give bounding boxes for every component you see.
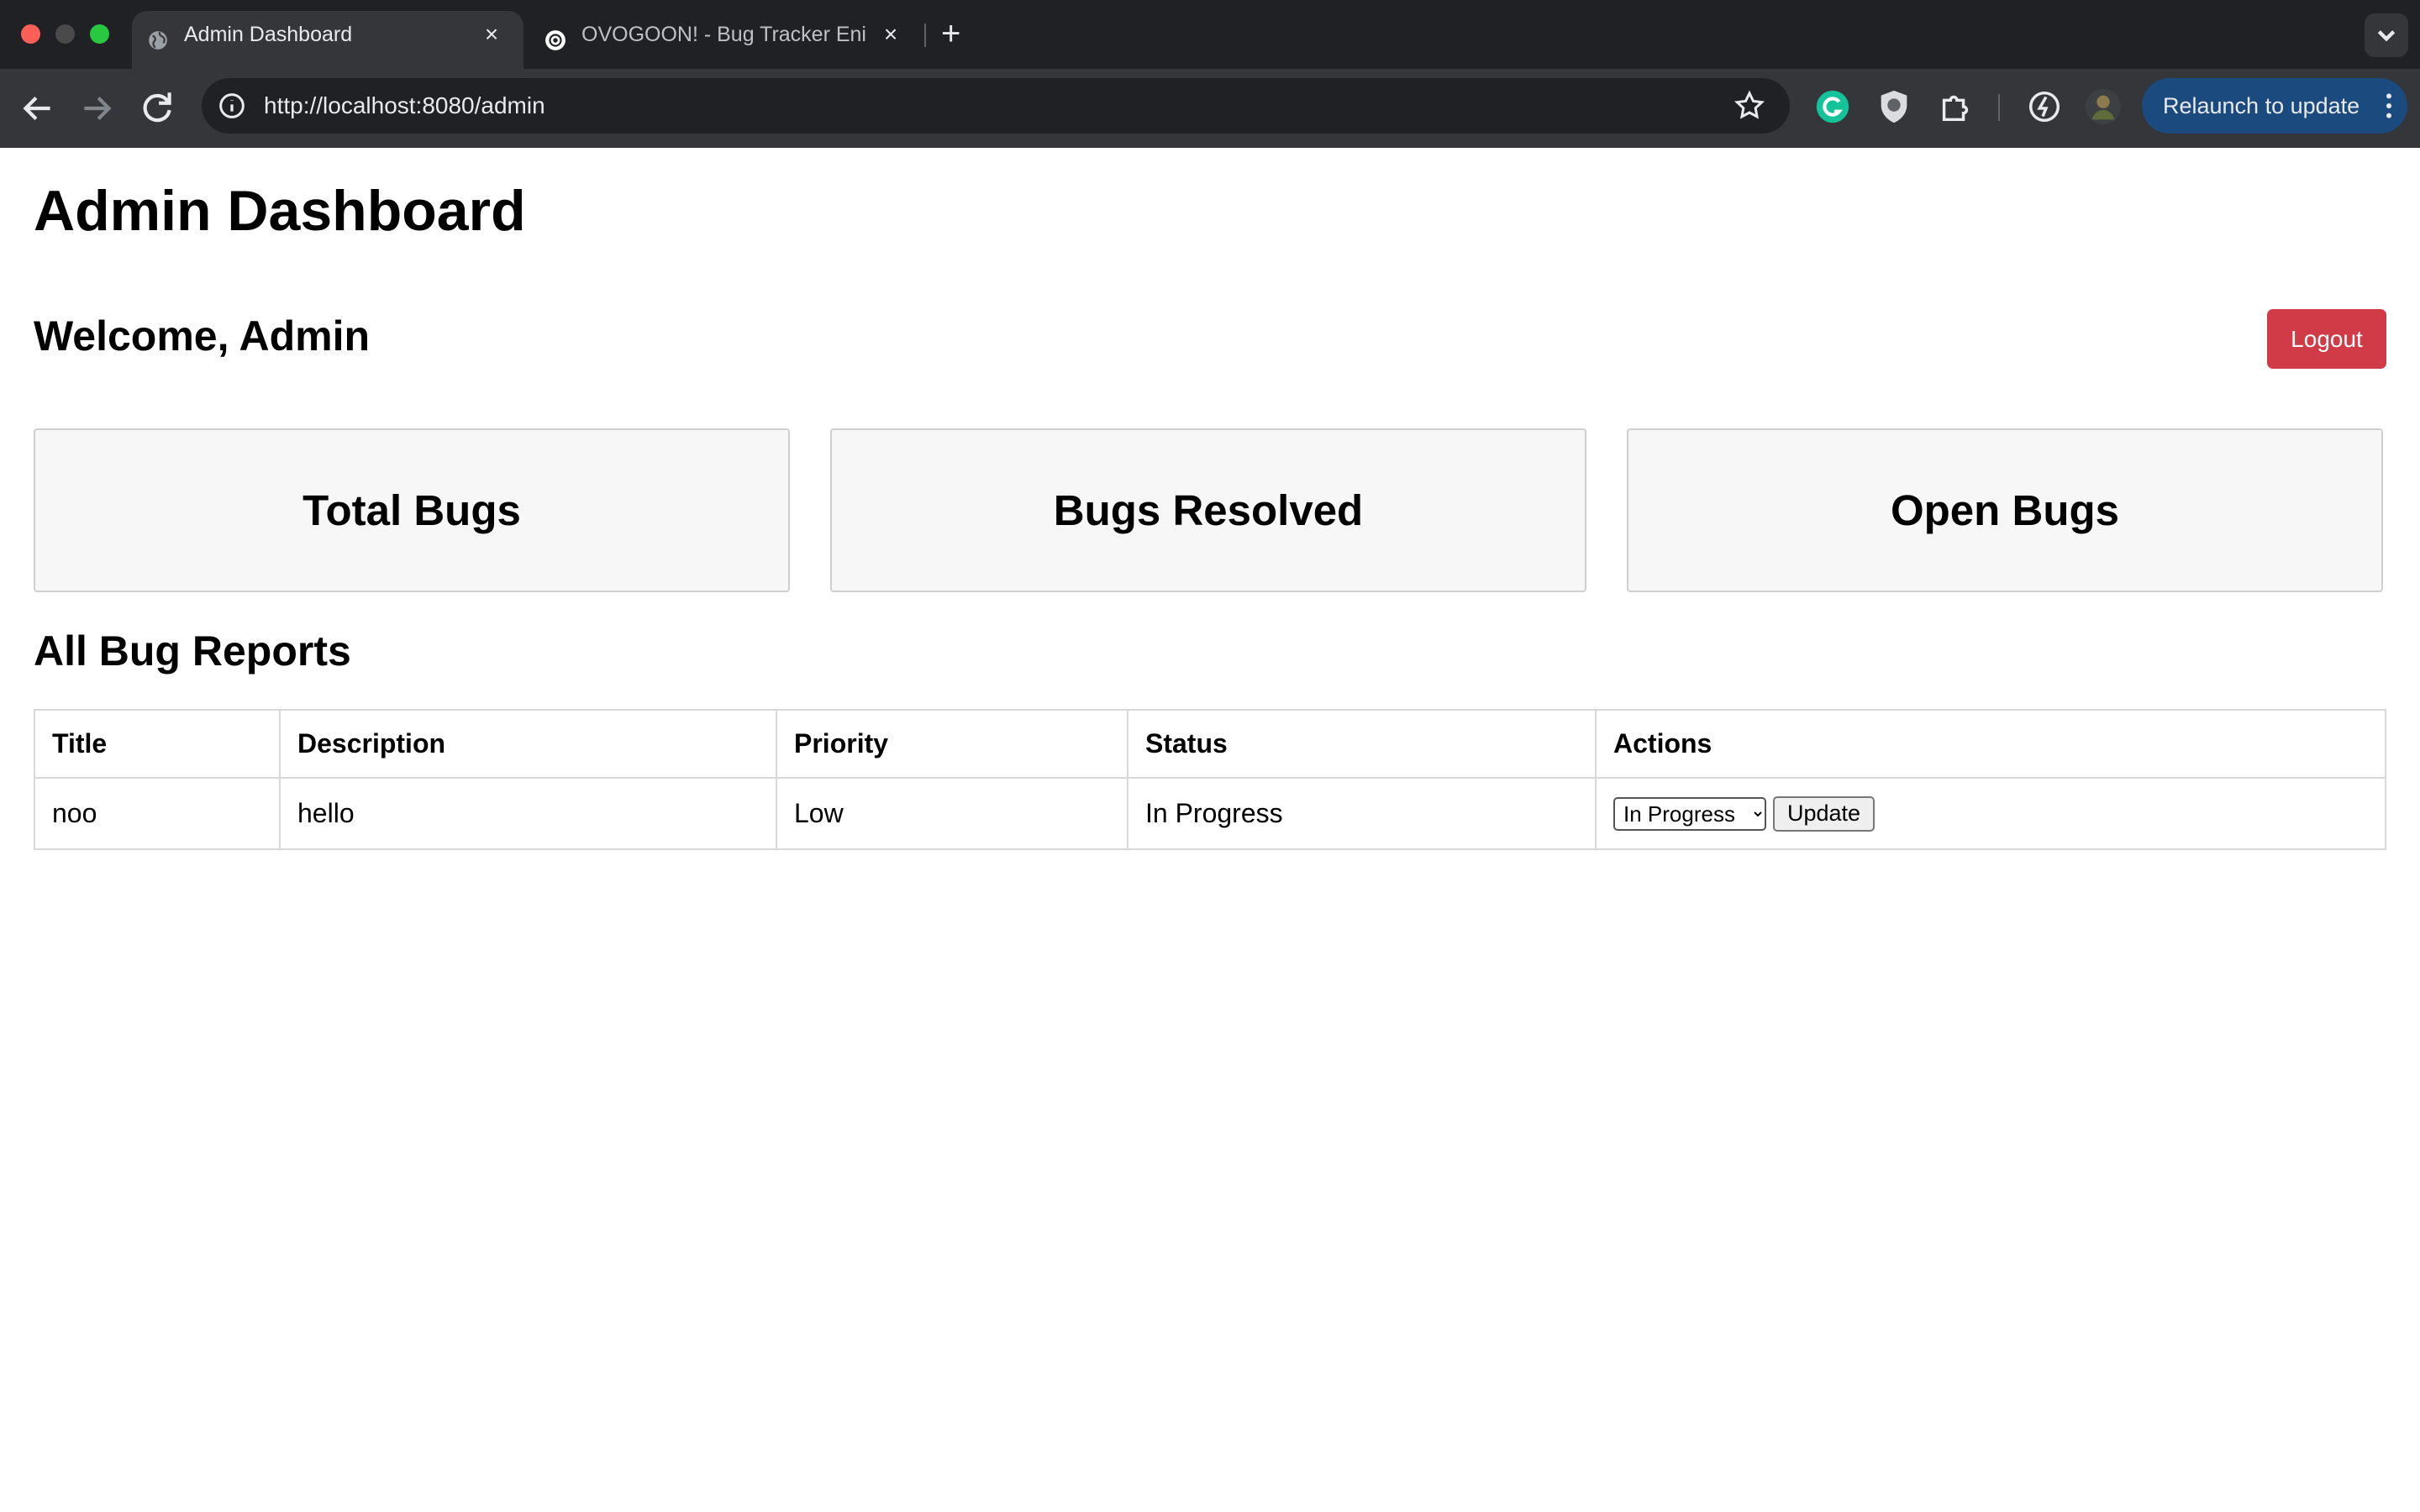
stat-card-total-bugs: Total Bugs: [34, 428, 790, 592]
forward-icon[interactable]: [76, 87, 118, 129]
url-text[interactable]: http://localhost:8080/admin: [264, 78, 545, 134]
stat-card-label: Total Bugs: [302, 486, 521, 534]
page-content: Admin Dashboard Welcome, Admin Logout To…: [0, 148, 2420, 1512]
welcome-heading: Welcome, Admin: [34, 312, 371, 360]
tab-title: OVOGOON! - Bug Tracker Eni: [581, 23, 866, 46]
stat-card-label: Bugs Resolved: [1053, 486, 1364, 534]
table-row: noo hello Low In Progress In Progress Up…: [34, 777, 2386, 850]
toolbar-divider: [1998, 94, 2000, 121]
stat-card-label: Open Bugs: [1890, 486, 2119, 534]
cell-status: In Progress: [1127, 777, 1597, 850]
relaunch-label: Relaunch to update: [2163, 93, 2360, 118]
bug-reports-heading: All Bug Reports: [34, 627, 351, 675]
new-tab-button[interactable]: +: [941, 15, 960, 52]
logout-button[interactable]: Logout: [2267, 309, 2386, 369]
cell-title: noo: [34, 777, 281, 850]
relaunch-to-update-button[interactable]: Relaunch to update: [2142, 78, 2407, 134]
bookmark-star-icon[interactable]: [1733, 89, 1766, 123]
cell-priority: Low: [776, 777, 1128, 850]
cell-description: hello: [279, 777, 777, 850]
address-bar[interactable]: http://localhost:8080/admin: [202, 78, 1790, 134]
tab-strip: Admin Dashboard × OVOGOON! - Bug Tracker…: [0, 0, 2420, 69]
maximize-window-icon[interactable]: [90, 24, 109, 44]
tab-close-icon[interactable]: ×: [881, 23, 901, 46]
close-window-icon[interactable]: [21, 24, 40, 44]
extensions-puzzle-icon[interactable]: [1936, 87, 1975, 126]
status-select[interactable]: In Progress: [1613, 796, 1766, 831]
reload-icon[interactable]: [136, 87, 178, 129]
kebab-menu-icon[interactable]: [2372, 89, 2406, 123]
column-header-priority: Priority: [776, 709, 1128, 779]
profile-avatar-icon[interactable]: [2084, 87, 2123, 126]
tab-ovogoon[interactable]: OVOGOON! - Bug Tracker Eni ×: [529, 11, 921, 69]
bug-reports-table: Title Description Priority Status Action…: [34, 709, 2386, 850]
cell-actions: In Progress Update: [1595, 777, 2386, 850]
performance-icon[interactable]: [2025, 87, 2064, 126]
globe-icon: [149, 31, 167, 50]
stat-card-bugs-resolved: Bugs Resolved: [830, 428, 1586, 592]
shield-extension-icon[interactable]: [1875, 87, 1913, 126]
tab-search-chevron-icon: [2377, 30, 2396, 42]
openai-icon: [545, 30, 566, 50]
tab-title: Admin Dashboard: [184, 23, 353, 46]
column-header-description: Description: [279, 709, 777, 779]
column-header-status: Status: [1127, 709, 1597, 779]
minimize-window-icon[interactable]: [55, 24, 75, 44]
tab-close-icon[interactable]: ×: [481, 23, 502, 46]
tab-divider: [924, 24, 926, 47]
column-header-title: Title: [34, 709, 281, 779]
column-header-actions: Actions: [1595, 709, 2386, 779]
browser-toolbar: http://localhost:8080/admin Relaunch to …: [0, 69, 2420, 148]
grammarly-icon[interactable]: [1813, 87, 1852, 126]
site-info-icon[interactable]: [215, 89, 249, 123]
tab-search-button[interactable]: [2365, 13, 2408, 57]
back-icon[interactable]: [17, 87, 59, 129]
update-button[interactable]: Update: [1773, 795, 1876, 832]
tab-admin-dashboard[interactable]: Admin Dashboard ×: [132, 11, 523, 69]
page-title: Admin Dashboard: [34, 179, 526, 243]
table-header-row: Title Description Priority Status Action…: [34, 709, 2386, 779]
stat-card-open-bugs: Open Bugs: [1627, 428, 2383, 592]
